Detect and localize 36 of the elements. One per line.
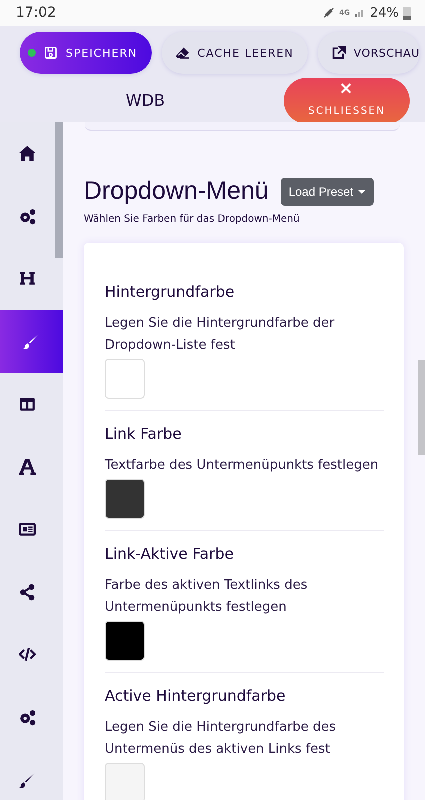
close-button[interactable]: × SCHLIESSEN (284, 78, 410, 124)
setting-description: Textfarbe des Untermenüpunkts festlegen (105, 457, 380, 475)
newspaper-icon (19, 520, 36, 538)
brush-icon (19, 772, 36, 789)
external-link-icon (332, 46, 346, 60)
letter-a-icon (19, 458, 36, 476)
preview-button[interactable]: VORSCHAU (318, 32, 420, 74)
color-swatch[interactable] (105, 359, 145, 399)
share-icon (19, 584, 36, 601)
setting-label: Link-Aktive Farbe (105, 545, 236, 563)
page-subtitle: Wählen Sie Farben für das Dropdown-Menü (84, 214, 301, 225)
page-title: Dropdown-Menü (84, 177, 269, 206)
heading-icon (19, 270, 36, 288)
setting-description: Legen Sie die Hintergrundfarbe der Dropdown-Liste fest (105, 315, 336, 355)
site-title: WDB (126, 90, 166, 110)
color-swatch[interactable] (105, 763, 145, 800)
setting-label: Link Farbe (105, 425, 183, 443)
color-swatch[interactable] (105, 621, 145, 661)
close-icon: × (339, 81, 355, 98)
color-swatch[interactable] (105, 479, 145, 519)
battery-percentage: 24% (370, 6, 399, 20)
battery-icon (403, 6, 411, 20)
columns-icon (19, 396, 36, 413)
caret-icon (358, 190, 366, 194)
save-button[interactable]: SPEICHERN (20, 32, 152, 74)
setting-label: Hintergrundfarbe (105, 283, 236, 301)
brush-icon (23, 332, 40, 350)
load-preset-button[interactable]: Load Preset (280, 178, 374, 206)
home-icon (19, 144, 36, 162)
status-time: 17:02 (16, 5, 56, 21)
clear-cache-button[interactable]: CACHE LEEREN (162, 32, 308, 74)
code-icon (19, 646, 36, 664)
setting-description: Farbe des aktiven Textlinks des Untermenüpunkts festlegen (105, 577, 309, 617)
eraser-icon (176, 46, 190, 60)
setting-description: Legen Sie die Hintergrundfarbe des Untermenüs des aktiven Links fest (105, 719, 338, 759)
setting-label: Active Hintergrundfarbe (105, 687, 287, 705)
